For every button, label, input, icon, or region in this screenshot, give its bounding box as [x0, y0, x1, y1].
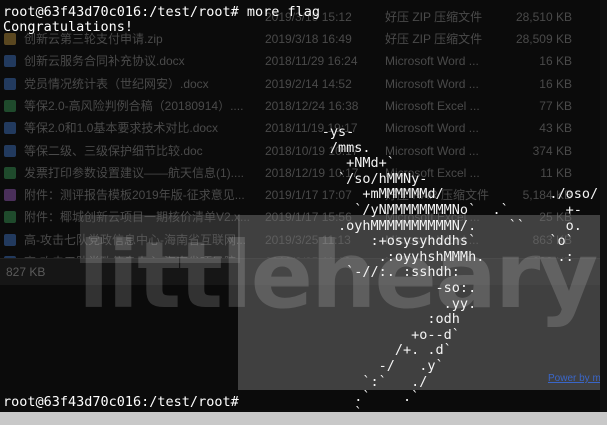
file-name: 等保二级、三级保护细节比较.doc	[24, 143, 203, 158]
word-file-icon	[4, 122, 16, 135]
file-name: 等保2.0-高风险判例合稿（20180914）....	[24, 98, 244, 113]
file-type: 好压 ZIP 压缩文件	[385, 32, 483, 46]
file-type: Microsoft Word ...	[385, 54, 479, 69]
command-line: root@63f43d70c016:/test/root# more flag	[3, 4, 320, 20]
file-type: Microsoft Excel ...	[385, 98, 480, 113]
word-file-icon	[4, 77, 16, 90]
file-date: 2019/2/14 14:52	[265, 76, 352, 91]
terminal-output: Congratulations!	[3, 19, 134, 35]
file-date: 2018/12/24 16:38	[265, 98, 359, 113]
word-file-icon	[4, 233, 16, 246]
file-row[interactable]: 等保2.0-高风险判例合稿（20180914）.... 2018/12/24 16…	[0, 95, 607, 117]
file-type: Microsoft Word ...	[385, 76, 479, 91]
file-size: 16 KB	[539, 54, 572, 69]
file-name: 等保2.0和1.0基本要求技术对比.docx	[24, 121, 219, 136]
excel-file-icon	[4, 99, 16, 112]
excel-file-icon	[4, 211, 16, 224]
shell-prompt[interactable]: root@63f43d70c016:/test/root#	[3, 395, 239, 410]
file-date: 2019/3/18 16:49	[265, 32, 352, 46]
file-name: 党员情况统计表（世纪网安）.docx	[24, 76, 209, 91]
excel-file-icon	[4, 166, 16, 179]
file-size: 77 KB	[539, 98, 572, 113]
scrollbar-edge[interactable]	[600, 0, 607, 412]
status-size: 827 KB	[6, 265, 46, 279]
file-size: 28,509 KB	[515, 32, 572, 46]
word-file-icon	[4, 144, 16, 157]
ascii-art: -ys- /mms. +NMd+` `/so/hMMNy- +mMMMMMMd/…	[321, 124, 607, 420]
word-file-icon	[4, 55, 16, 68]
file-size: 16 KB	[539, 76, 572, 91]
file-name: 发票打印参数设置建议——航天信息(1)....	[24, 165, 245, 180]
file-name: 附件：测评报告模板2019年版-征求意见...	[24, 188, 245, 203]
file-row[interactable]: 创新云服务合同补充协议.docx 2018/11/29 16:24 Microsof…	[0, 50, 607, 72]
window-bottom-strip	[0, 412, 607, 425]
file-name: 创新云服务合同补充协议.docx	[24, 54, 185, 69]
rar-file-icon	[4, 189, 16, 202]
file-row[interactable]: 党员情况统计表（世纪网安）.docx 2019/2/14 14:52 Microso…	[0, 73, 607, 95]
file-date: 2018/11/29 16:24	[265, 54, 358, 69]
